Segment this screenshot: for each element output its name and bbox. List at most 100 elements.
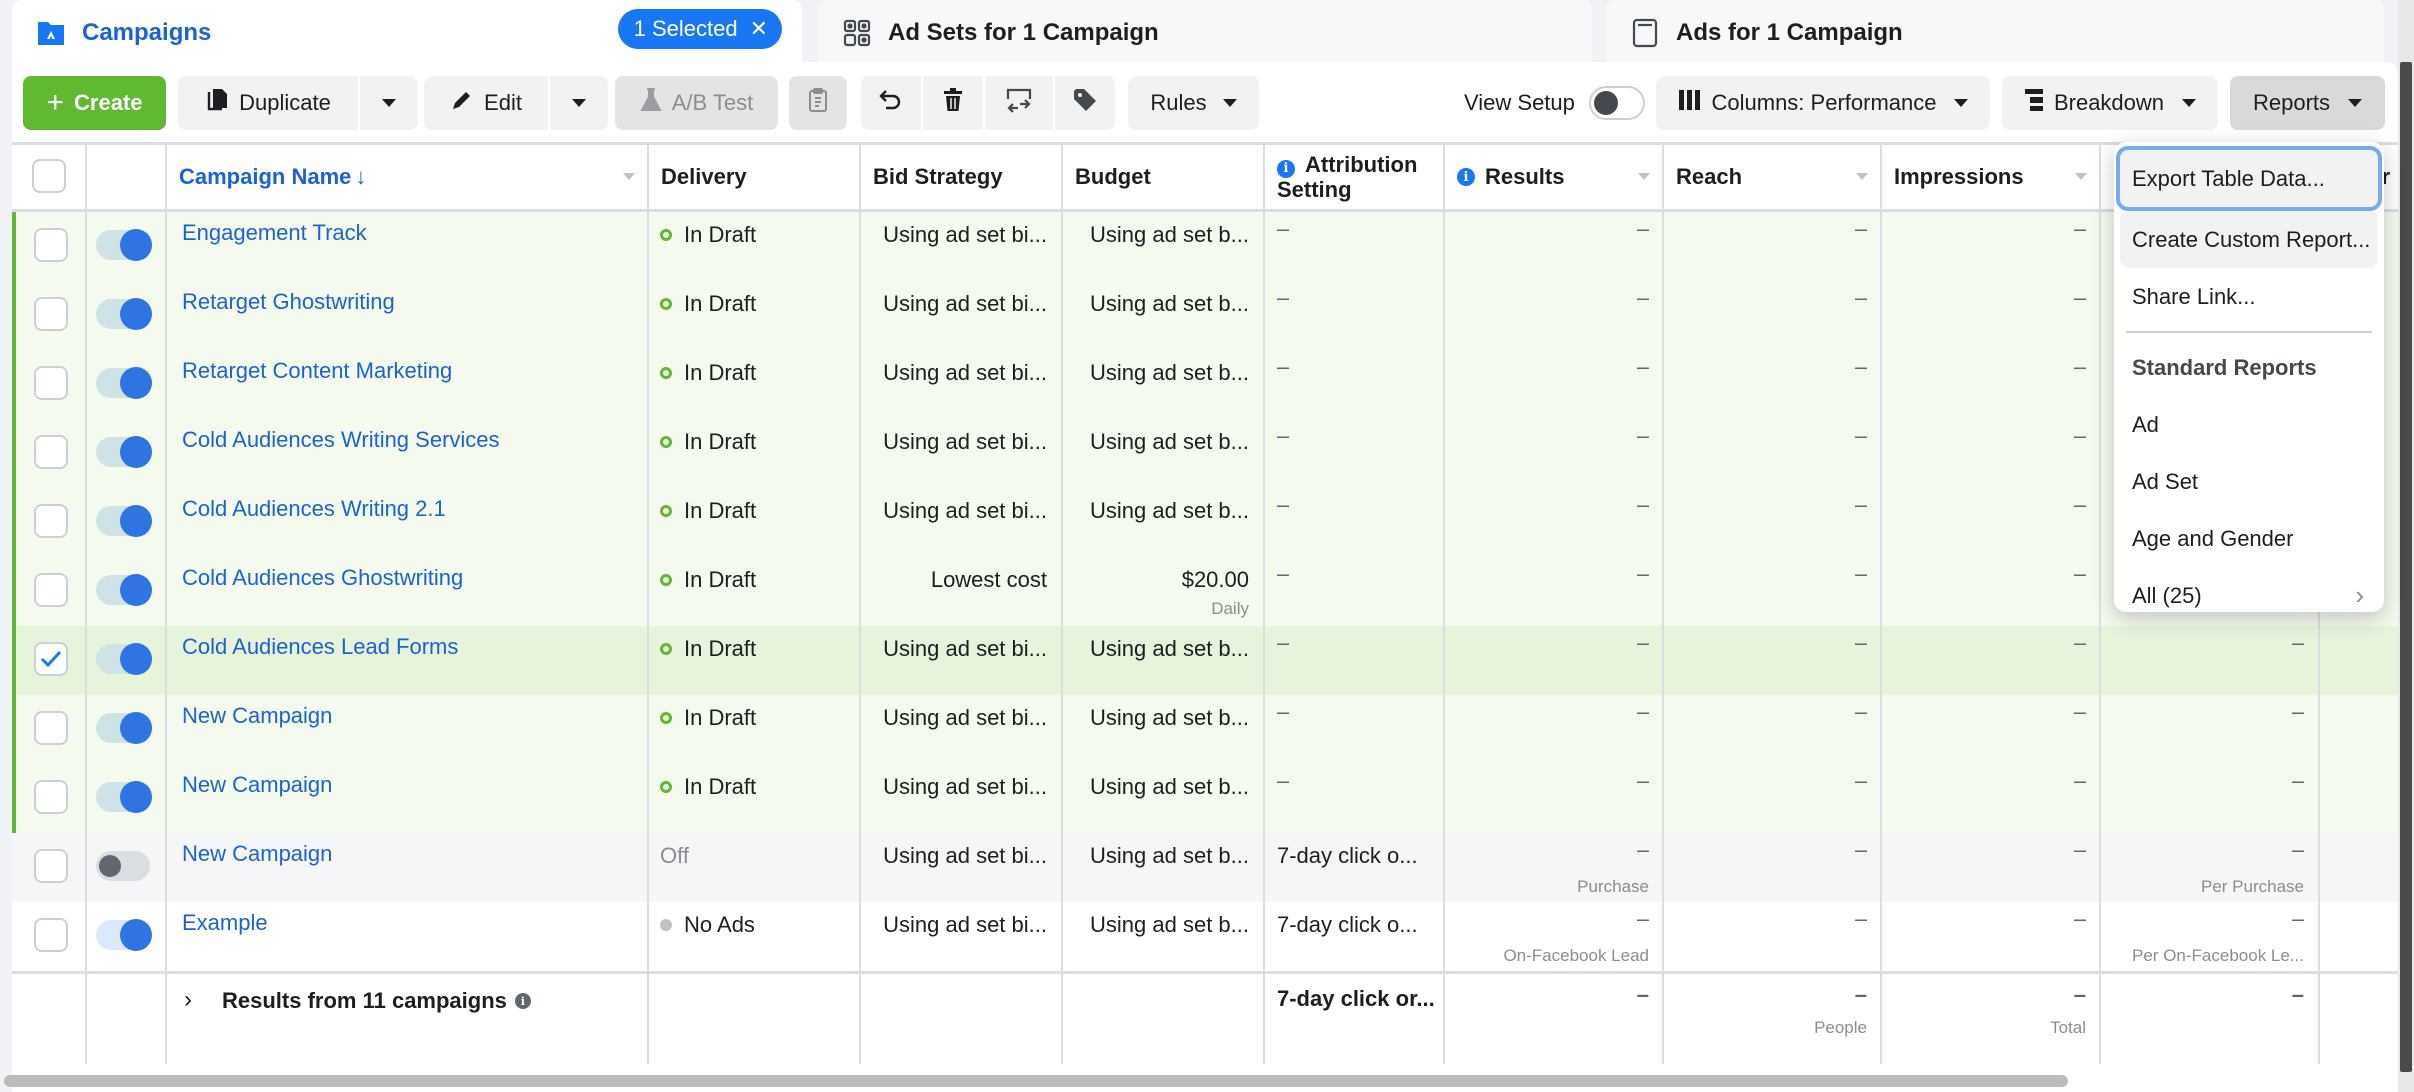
expand-chevron-icon[interactable]: › <box>184 986 192 1014</box>
campaign-toggle[interactable] <box>96 436 152 468</box>
table-row[interactable]: Cold Audiences Ghostwriting In Draft Lowes… <box>12 557 2398 626</box>
campaign-name-link[interactable]: Engagement Track <box>182 212 367 246</box>
row-checkbox[interactable] <box>34 504 68 538</box>
summary-impressions-unit: Total <box>2050 1018 2086 1037</box>
compare-button[interactable] <box>985 76 1053 130</box>
campaign-toggle[interactable] <box>96 367 152 399</box>
row-checkbox[interactable] <box>34 711 68 745</box>
create-button[interactable]: + Create <box>23 76 166 130</box>
menu-item-share-link[interactable]: Share Link... <box>2120 268 2378 325</box>
table-row[interactable]: Cold Audiences Lead Forms In Draft Using a… <box>12 626 2398 695</box>
column-header-reach[interactable]: Reach <box>1662 145 1880 209</box>
table-row[interactable]: Retarget Ghostwriting In Draft Using ad se… <box>12 281 2398 350</box>
selection-badge[interactable]: 1 Selected ✕ <box>617 9 782 49</box>
edit-menu-button[interactable] <box>550 76 608 130</box>
campaign-name-link[interactable]: Cold Audiences Lead Forms <box>182 626 458 660</box>
campaign-toggle[interactable] <box>96 574 152 606</box>
table-row[interactable]: Retarget Content Marketing In Draft Using … <box>12 350 2398 419</box>
campaign-name-link[interactable]: New Campaign <box>182 764 332 798</box>
row-checkbox[interactable] <box>34 780 68 814</box>
campaign-toggle[interactable] <box>96 712 152 744</box>
delete-button[interactable] <box>923 76 983 130</box>
column-menu-icon[interactable] <box>1856 173 1868 180</box>
columns-button[interactable]: Columns: Performance <box>1656 76 1990 130</box>
campaign-name-link[interactable]: Retarget Content Marketing <box>182 350 452 384</box>
column-menu-icon[interactable] <box>2075 173 2087 180</box>
bid-strategy: Lowest cost <box>930 567 1047 592</box>
chevron-down-icon <box>1954 99 1969 107</box>
campaign-name-link[interactable]: Cold Audiences Writing 2.1 <box>182 488 446 522</box>
campaign-toggle[interactable] <box>96 298 152 330</box>
campaign-toggle[interactable] <box>96 919 152 951</box>
info-icon[interactable]: i <box>1277 159 1295 178</box>
column-header-campaign-name[interactable]: Campaign Name ↓ <box>165 145 647 209</box>
page-scrollbar[interactable] <box>2398 0 2414 1092</box>
campaign-toggle[interactable] <box>96 505 152 537</box>
table-row[interactable]: New Campaign In Draft Using ad set bi... Us… <box>12 695 2398 764</box>
column-header-delivery[interactable]: Delivery <box>647 145 859 209</box>
breakdown-button[interactable]: Breakdown <box>2002 76 2218 130</box>
table-row[interactable]: New Campaign Off Using ad set bi... Using a… <box>12 833 2398 902</box>
table-row[interactable]: Cold Audiences Writing Services In Draft U… <box>12 419 2398 488</box>
menu-item-ad[interactable]: Ad <box>2120 396 2378 453</box>
table-row[interactable]: New Campaign In Draft Using ad set bi... Us… <box>12 764 2398 833</box>
duplicate-menu-button[interactable] <box>360 76 418 130</box>
ab-test-button[interactable]: A/B Test <box>615 76 778 130</box>
clear-selection-icon[interactable]: ✕ <box>750 16 768 42</box>
campaign-toggle[interactable] <box>96 781 152 813</box>
column-menu-icon[interactable] <box>623 173 635 180</box>
row-checkbox[interactable] <box>34 918 68 952</box>
menu-item-export-table-data[interactable]: Export Table Data... <box>2116 146 2382 211</box>
row-checkbox[interactable] <box>34 642 68 676</box>
menu-item-ad-set[interactable]: Ad Set <box>2120 453 2378 510</box>
table-row[interactable]: Cold Audiences Writing 2.1 In Draft Using … <box>12 488 2398 557</box>
column-header-impressions[interactable]: Impressions <box>1880 145 2099 209</box>
delivery-status: In Draft <box>660 222 860 248</box>
campaign-name-link[interactable]: New Campaign <box>182 695 332 729</box>
undo-button[interactable] <box>861 76 921 130</box>
table-row[interactable]: Example No Ads Using ad set bi... Using ad … <box>12 902 2398 971</box>
row-checkbox[interactable] <box>34 297 68 331</box>
row-checkbox[interactable] <box>34 573 68 607</box>
row-checkbox[interactable] <box>34 435 68 469</box>
table-row[interactable]: Engagement Track In Draft Using ad set bi.… <box>12 212 2398 281</box>
row-checkbox[interactable] <box>34 228 68 262</box>
column-header-budget[interactable]: Budget <box>1061 145 1263 209</box>
column-header-results[interactable]: i Results <box>1443 145 1662 209</box>
menu-item-create-custom-report[interactable]: Create Custom Report... <box>2120 211 2378 268</box>
campaign-toggle[interactable] <box>96 229 152 261</box>
results-value: – <box>1636 768 1649 793</box>
edit-button[interactable]: Edit <box>424 76 548 130</box>
duplicate-button[interactable]: Duplicate <box>178 76 358 130</box>
tag-button[interactable] <box>1055 76 1115 130</box>
campaign-name-link[interactable]: Example <box>182 902 268 936</box>
campaign-name-link[interactable]: Cold Audiences Ghostwriting <box>182 557 463 591</box>
tab-campaigns[interactable]: Campaigns 1 Selected ✕ <box>12 0 802 66</box>
campaign-name-link[interactable]: Retarget Ghostwriting <box>182 281 395 315</box>
row-checkbox[interactable] <box>34 849 68 883</box>
reports-button[interactable]: Reports <box>2230 76 2385 130</box>
rules-button[interactable]: Rules <box>1128 76 1259 130</box>
horizontal-scrollbar[interactable] <box>4 1075 2068 1087</box>
info-icon[interactable]: i <box>514 993 531 1009</box>
campaign-name-link[interactable]: Cold Audiences Writing Services <box>182 419 500 453</box>
view-setup-toggle[interactable] <box>1588 86 1645 120</box>
column-header-attribution[interactable]: i Attribution Setting <box>1263 145 1443 209</box>
campaign-name-link[interactable]: New Campaign <box>182 833 332 867</box>
info-icon[interactable]: i <box>1457 168 1475 186</box>
column-menu-icon[interactable] <box>1638 173 1650 180</box>
row-checkbox[interactable] <box>34 366 68 400</box>
ab-test-label: A/B Test <box>671 90 754 115</box>
menu-item-all[interactable]: All (25) › <box>2120 567 2378 624</box>
paste-button[interactable] <box>789 76 847 130</box>
select-all-checkbox[interactable] <box>32 159 66 193</box>
reach-value: – <box>1854 285 1867 310</box>
column-header-bid-strategy[interactable]: Bid Strategy <box>859 145 1061 209</box>
campaign-toggle[interactable] <box>96 643 152 675</box>
tab-ads[interactable]: Ads for 1 Campaign <box>1606 0 2384 66</box>
campaign-toggle[interactable] <box>96 851 150 881</box>
tab-ad-sets[interactable]: Ad Sets for 1 Campaign <box>818 0 1592 66</box>
chevron-down-icon <box>1222 99 1237 107</box>
tag-icon <box>1072 87 1098 119</box>
menu-item-age-and-gender[interactable]: Age and Gender <box>2120 510 2378 567</box>
